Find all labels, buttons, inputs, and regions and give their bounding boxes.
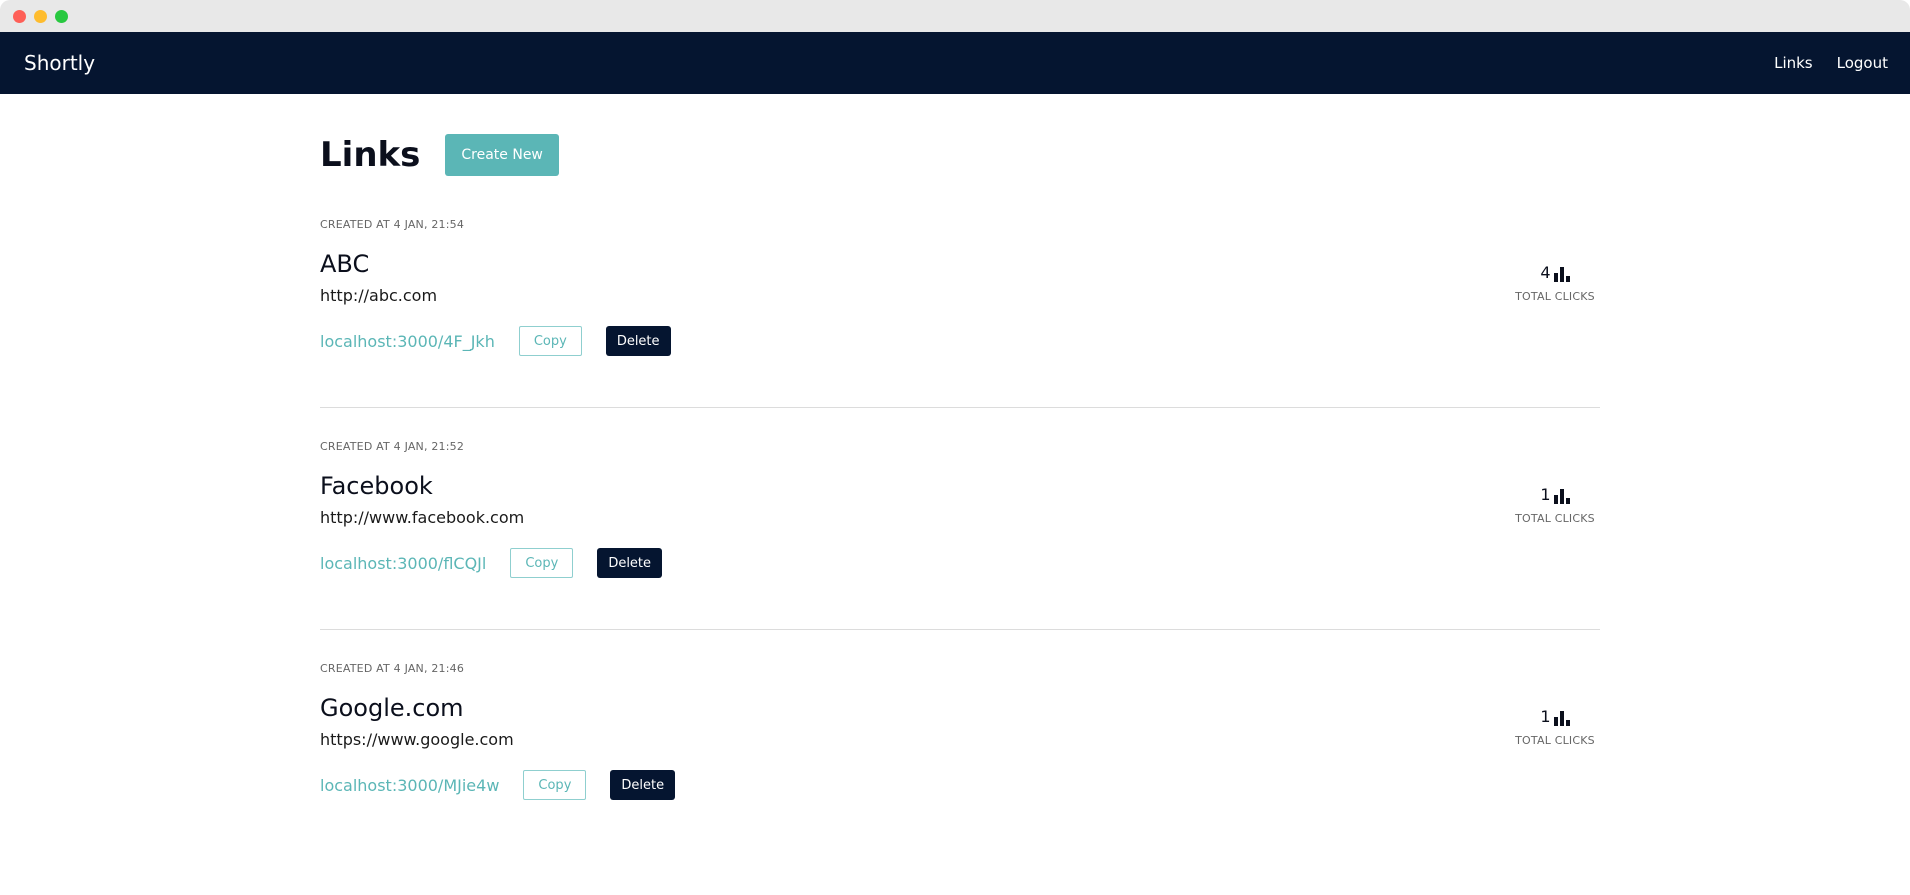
link-card: CREATED AT 4 JAN, 21:46 Google.com https… (320, 630, 1600, 852)
short-link[interactable]: localhost:3000/4F_Jkh (320, 332, 495, 351)
nav-logout-link[interactable]: Logout (1837, 54, 1888, 72)
created-timestamp: CREATED AT 4 JAN, 21:52 (320, 440, 465, 453)
nav-links: Links Logout (1774, 54, 1888, 72)
link-list: CREATED AT 4 JAN, 21:54 ABC http://abc.c… (320, 186, 1600, 852)
original-url: http://www.facebook.com (320, 508, 525, 527)
delete-button[interactable]: Delete (597, 548, 663, 578)
original-url: http://abc.com (320, 286, 438, 305)
clicks-count: 1 (1540, 485, 1551, 504)
nav-links-link[interactable]: Links (1774, 54, 1813, 72)
clicks-count: 4 (1540, 263, 1551, 282)
clicks-label: TOTAL CLICKS (1515, 290, 1595, 303)
link-actions: localhost:3000/MJie4w Copy Delete (320, 770, 676, 800)
minimize-window-button[interactable] (34, 9, 47, 23)
original-url: https://www.google.com (320, 730, 514, 749)
link-card: CREATED AT 4 JAN, 21:52 Facebook http://… (320, 408, 1600, 630)
clicks-stat: 4 TOTAL CLICKS (1510, 262, 1600, 304)
link-title: Google.com (320, 694, 464, 722)
clicks-stat: 1 TOTAL CLICKS (1510, 706, 1600, 748)
window-titlebar (0, 0, 1910, 32)
clicks-label: TOTAL CLICKS (1515, 512, 1595, 525)
short-link[interactable]: localhost:3000/MJie4w (320, 776, 499, 795)
clicks-stat: 1 TOTAL CLICKS (1510, 484, 1600, 526)
close-window-button[interactable] (13, 9, 26, 23)
brand-logo[interactable]: Shortly (24, 51, 95, 75)
created-timestamp: CREATED AT 4 JAN, 21:54 (320, 218, 465, 231)
created-timestamp: CREATED AT 4 JAN, 21:46 (320, 662, 465, 675)
main-content: Links Create New CREATED AT 4 JAN, 21:54… (320, 94, 1600, 852)
delete-button[interactable]: Delete (610, 770, 676, 800)
copy-button[interactable]: Copy (510, 548, 574, 578)
page-header: Links Create New (320, 124, 1600, 186)
short-link[interactable]: localhost:3000/flCQJl (320, 554, 486, 573)
link-actions: localhost:3000/flCQJl Copy Delete (320, 548, 663, 578)
copy-button[interactable]: Copy (523, 770, 587, 800)
page-title: Links (320, 135, 421, 175)
create-new-button[interactable]: Create New (445, 134, 559, 176)
clicks-count: 1 (1540, 707, 1551, 726)
top-navbar: Shortly Links Logout (0, 32, 1910, 94)
link-title: Facebook (320, 472, 433, 500)
clicks-label: TOTAL CLICKS (1515, 734, 1595, 747)
maximize-window-button[interactable] (55, 9, 68, 23)
delete-button[interactable]: Delete (605, 326, 671, 356)
link-actions: localhost:3000/4F_Jkh Copy Delete (320, 326, 671, 356)
bar-chart-icon (1553, 488, 1570, 504)
copy-button[interactable]: Copy (518, 326, 582, 356)
link-card: CREATED AT 4 JAN, 21:54 ABC http://abc.c… (320, 186, 1600, 408)
bar-chart-icon (1553, 710, 1570, 726)
browser-window: Shortly Links Logout Links Create New CR… (0, 0, 1910, 895)
link-title: ABC (320, 250, 370, 278)
bar-chart-icon (1553, 266, 1570, 282)
